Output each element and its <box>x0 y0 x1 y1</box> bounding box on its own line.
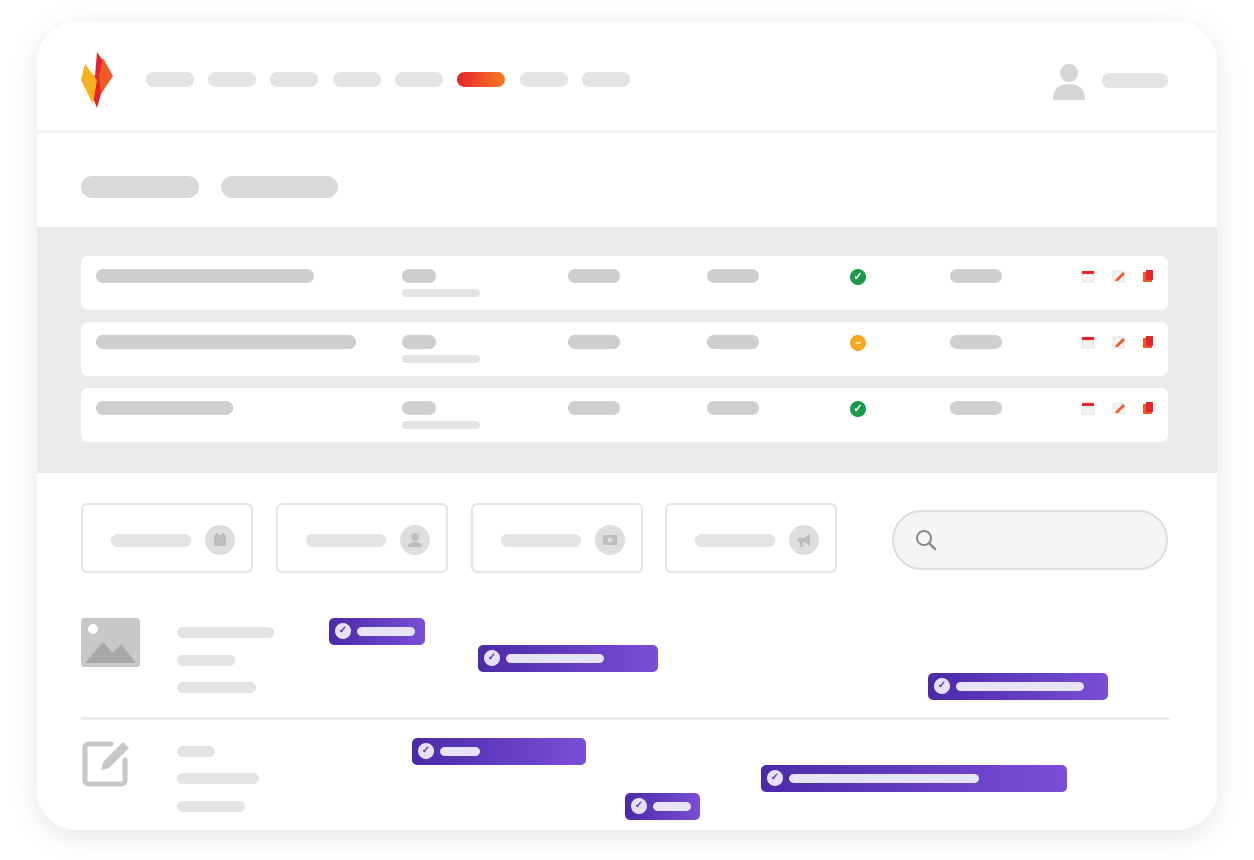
row-title <box>96 335 356 349</box>
check-icon: ✓ <box>418 743 434 759</box>
row-col-3 <box>568 401 620 415</box>
row-col-6 <box>950 335 1002 349</box>
timeline-divider <box>81 717 1170 720</box>
row-code <box>402 269 436 283</box>
edit-icon[interactable] <box>1112 269 1126 283</box>
nav-item-5[interactable] <box>395 72 443 87</box>
image-icon <box>81 618 140 667</box>
app-window: ✓ – ✓ ✓ ✓ ✓ ✓ ✓ ✓ <box>37 22 1217 830</box>
document-icon[interactable] <box>1141 401 1155 415</box>
check-icon: ✓ <box>631 798 647 814</box>
filter-label <box>501 534 581 547</box>
table-section: ✓ – ✓ <box>37 227 1217 473</box>
item-meta <box>177 773 259 784</box>
calendar-icon[interactable] <box>1081 335 1095 349</box>
item-meta <box>177 801 245 812</box>
page-subtitle <box>221 176 338 198</box>
row-code <box>402 335 436 349</box>
check-circle-icon: ✓ <box>850 269 866 285</box>
timeline-tag[interactable]: ✓ <box>761 765 1067 792</box>
row-title <box>96 401 233 415</box>
nav-item-6-active[interactable] <box>457 72 505 87</box>
check-icon: ✓ <box>767 770 783 786</box>
item-meta <box>177 682 256 693</box>
filter-label <box>695 534 775 547</box>
row-col-6 <box>950 269 1002 283</box>
nav-item-8[interactable] <box>582 72 630 87</box>
calendar-icon <box>205 525 235 555</box>
minus-circle-icon: – <box>850 335 866 351</box>
table-row[interactable]: ✓ <box>81 388 1168 442</box>
header-divider <box>37 130 1217 133</box>
nav-item-2[interactable] <box>208 72 256 87</box>
document-icon[interactable] <box>1141 335 1155 349</box>
timeline-tag[interactable]: ✓ <box>412 738 586 765</box>
filter-label <box>111 534 191 547</box>
search-input[interactable] <box>892 510 1168 570</box>
user-avatar-icon[interactable] <box>1051 62 1087 100</box>
filter-date[interactable] <box>81 503 253 573</box>
edit-icon[interactable] <box>1112 335 1126 349</box>
page-title <box>81 176 199 198</box>
calendar-icon[interactable] <box>1081 269 1095 283</box>
item-title <box>177 746 215 757</box>
timeline-tag[interactable]: ✓ <box>625 793 700 820</box>
timeline-tag[interactable]: ✓ <box>928 673 1108 700</box>
row-col-3 <box>568 269 620 283</box>
row-code-sub <box>402 289 480 297</box>
row-col-6 <box>950 401 1002 415</box>
check-icon: ✓ <box>335 623 351 639</box>
megaphone-icon <box>789 525 819 555</box>
nav-item-3[interactable] <box>270 72 318 87</box>
timeline-tag[interactable]: ✓ <box>329 618 425 645</box>
item-meta <box>177 655 235 666</box>
nav-item-4[interactable] <box>333 72 381 87</box>
row-col-4 <box>707 269 759 283</box>
logo[interactable] <box>79 50 115 108</box>
item-title <box>177 627 274 638</box>
document-icon[interactable] <box>1141 269 1155 283</box>
filter-money[interactable] <box>471 503 643 573</box>
user-icon <box>400 525 430 555</box>
table-row[interactable]: ✓ <box>81 256 1168 310</box>
money-icon <box>595 525 625 555</box>
edit-icon[interactable] <box>1112 401 1126 415</box>
user-name[interactable] <box>1102 73 1168 88</box>
flame-logo-icon <box>81 52 113 108</box>
search-icon <box>916 530 937 551</box>
check-circle-icon: ✓ <box>850 401 866 417</box>
row-code <box>402 401 436 415</box>
row-col-4 <box>707 401 759 415</box>
check-icon: ✓ <box>934 678 950 694</box>
check-icon: ✓ <box>484 650 500 666</box>
row-code-sub <box>402 421 480 429</box>
filter-campaign[interactable] <box>665 503 837 573</box>
calendar-icon[interactable] <box>1081 401 1095 415</box>
edit-square-icon <box>82 741 129 787</box>
row-title <box>96 269 314 283</box>
nav-item-7[interactable] <box>520 72 568 87</box>
filter-label <box>306 534 386 547</box>
nav-item-1[interactable] <box>146 72 194 87</box>
table-row[interactable]: – <box>81 322 1168 376</box>
row-col-3 <box>568 335 620 349</box>
row-col-4 <box>707 335 759 349</box>
search-field[interactable] <box>946 526 1150 556</box>
row-code-sub <box>402 355 480 363</box>
timeline-tag[interactable]: ✓ <box>478 645 658 672</box>
filter-user[interactable] <box>276 503 448 573</box>
